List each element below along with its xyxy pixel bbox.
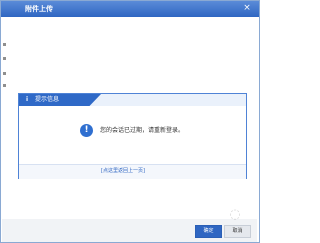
background-fragment [3, 57, 6, 60]
session-expired-message-box: i 提示信息 ! 您的会话已过期，请重新登录。 [点这里返回上一页] [18, 93, 247, 179]
dialog-title: 附件上传 [25, 5, 53, 13]
background-fragment [3, 43, 6, 46]
close-icon[interactable]: × [242, 2, 252, 15]
exclamation-icon: ! [80, 124, 93, 137]
message-box-header: i 提示信息 [19, 94, 246, 106]
info-icon: i [25, 96, 29, 103]
message-box-content: ! 您的会话已过期，请重新登录。 [19, 106, 246, 164]
ok-button[interactable]: 确定 [195, 225, 222, 238]
cancel-button[interactable]: 取消 [224, 225, 251, 238]
return-link[interactable]: [点这里返回上一页] [101, 167, 145, 176]
message-box-header-tab [19, 94, 101, 106]
dialog-titlebar: 附件上传 × [1, 1, 259, 17]
background-fragment [3, 84, 6, 87]
button-bar: 确定 取消 [2, 219, 257, 242]
message-box-title: 提示信息 [35, 96, 60, 103]
message-box-footer: [点这里返回上一页] [19, 164, 246, 179]
message-text: 您的会话已过期，请重新登录。 [100, 127, 185, 134]
dialog-body: i 提示信息 ! 您的会话已过期，请重新登录。 [点这里返回上一页] [2, 17, 257, 218]
upload-dialog: 附件上传 × i 提示信息 ! 您的会话已过期，请重新登录。 [点这里返回上一页… [0, 0, 260, 243]
background-fragment [3, 72, 6, 75]
